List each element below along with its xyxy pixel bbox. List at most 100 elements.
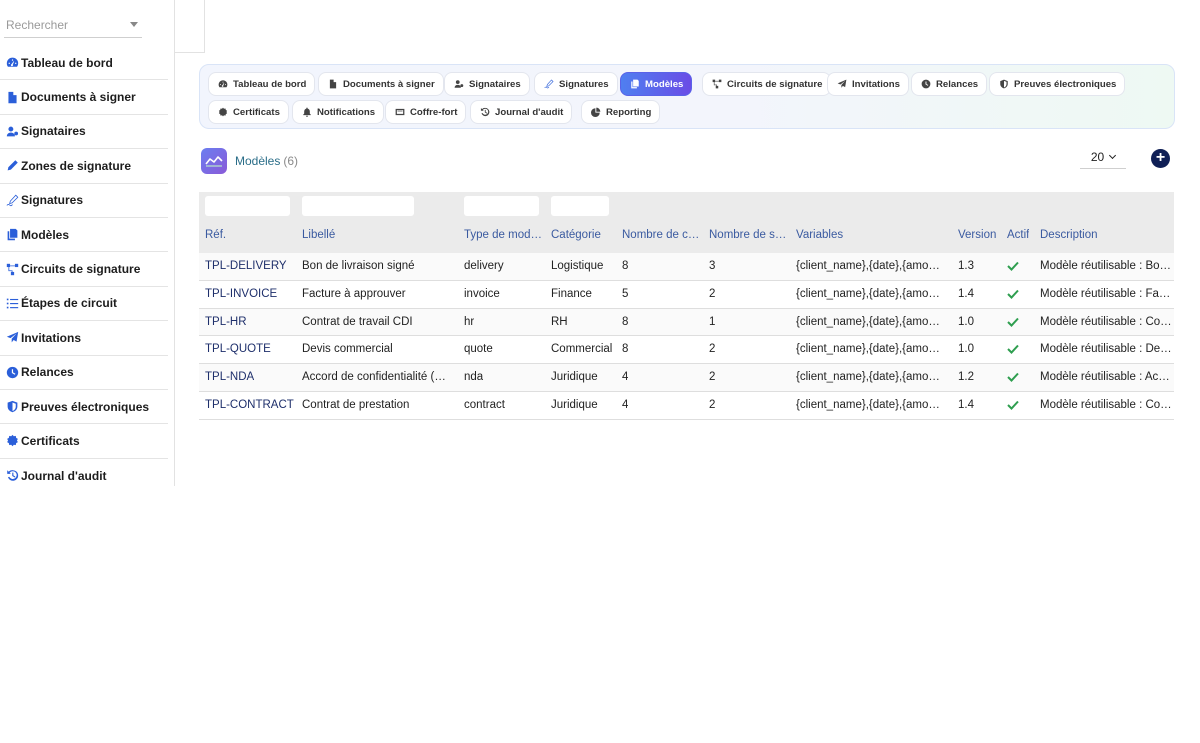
cell-category: Juridique	[551, 371, 598, 384]
sidebar-item-1[interactable]: Documents à signer	[0, 80, 168, 115]
column-header-4[interactable]: Nombre de champs	[622, 229, 700, 241]
sidebar-item-12[interactable]: Journal d'audit	[0, 459, 168, 493]
cell-type: delivery	[464, 260, 504, 272]
sidebar-item-3[interactable]: Zones de signature	[0, 149, 168, 184]
cell-fields: 4	[622, 399, 629, 411]
cell-ref[interactable]: TPL-NDA	[205, 371, 254, 383]
cell-description: Modèle réutilisable : Bon de livraison s…	[1040, 260, 1174, 272]
column-header-5[interactable]: Nombre de signataires	[709, 229, 787, 241]
tab-label: Preuves électroniques	[1014, 78, 1117, 90]
sidebar-item-label: Circuits de signature	[21, 262, 141, 277]
search-input[interactable]	[4, 14, 124, 36]
sidebar-item-7[interactable]: Étapes de circuit	[0, 287, 168, 322]
badge-icon	[218, 107, 228, 117]
tab-8[interactable]: Preuves électroniques	[989, 72, 1126, 96]
cell-category: Commercial	[551, 343, 613, 356]
cell-variables: {client_name},{date},{amount}	[796, 260, 946, 272]
cell-label: Devis commercial	[302, 343, 393, 356]
column-filter-2[interactable]	[464, 196, 539, 216]
cell-ref[interactable]: TPL-INVOICE	[205, 288, 277, 300]
cell-description: Modèle réutilisable : Contrat de prestat…	[1040, 399, 1174, 411]
cell-version: 1.2	[958, 371, 974, 384]
gauge-icon	[5, 56, 19, 70]
tab-0[interactable]: Tableau de bord	[208, 72, 316, 96]
column-header-9[interactable]: Description	[1040, 229, 1098, 241]
column-header-1[interactable]: Libellé	[302, 229, 335, 241]
sidebar-item-0[interactable]: Tableau de bord	[0, 46, 168, 81]
tab-12[interactable]: Journal d'audit	[470, 100, 573, 124]
diagram-icon	[712, 79, 722, 89]
caret-down-icon[interactable]	[130, 22, 138, 27]
check-icon	[1007, 317, 1019, 327]
sidebar-item-2[interactable]: Signataires	[0, 115, 168, 150]
tab-9[interactable]: Certificats	[208, 100, 289, 124]
gauge-icon	[218, 79, 228, 89]
cell-ref[interactable]: TPL-DELIVERY	[205, 260, 287, 272]
cell-variables: {client_name},{date},{amount}	[796, 287, 946, 300]
tab-1[interactable]: Documents à signer	[318, 72, 444, 96]
table-row[interactable]: TPL-CONTRACT Contrat de prestation contrac…	[199, 392, 1174, 420]
column-filter-3[interactable]	[551, 196, 609, 216]
cell-ref[interactable]: TPL-HR	[205, 316, 247, 328]
sidebar-item-5[interactable]: Modèles	[0, 218, 168, 253]
sidebar-item-11[interactable]: Certificats	[0, 424, 168, 459]
badge-icon	[5, 434, 19, 448]
table-row[interactable]: TPL-DELIVERY Bon de livraison signé delive…	[199, 253, 1174, 281]
table-row[interactable]: TPL-INVOICE Facture à approuver invoice Fin…	[199, 280, 1174, 309]
tab-label: Circuits de signature	[727, 78, 823, 90]
cell-label: Bon de livraison signé	[302, 260, 415, 272]
cell-description: Modèle réutilisable : Accord de confiden…	[1040, 371, 1174, 384]
tab-label: Modèles	[645, 78, 684, 90]
cell-type: contract	[464, 399, 505, 411]
module-tabs: Tableau de bord Documents à signer Signata…	[199, 64, 1175, 129]
tab-3[interactable]: Signatures	[534, 72, 618, 96]
tab-4[interactable]: Modèles	[620, 72, 693, 96]
cell-ref[interactable]: TPL-QUOTE	[205, 343, 271, 355]
table-row[interactable]: TPL-QUOTE Devis commercial quote Commercial…	[199, 336, 1174, 365]
record-count: (6)	[283, 154, 299, 168]
sidebar-item-label: Preuves électroniques	[21, 399, 150, 414]
sidebar-item-4[interactable]: Signatures	[0, 184, 168, 218]
column-filter-1[interactable]	[302, 196, 414, 216]
pie-icon	[591, 107, 601, 117]
cell-description: Modèle réutilisable : Contrat de travail…	[1040, 315, 1174, 328]
tab-label: Relances	[936, 78, 979, 90]
sidebar-item-6[interactable]: Circuits de signature	[0, 252, 168, 287]
column-header-6[interactable]: Variables	[796, 229, 843, 241]
sidebar-item-9[interactable]: Relances	[0, 356, 168, 390]
tab-11[interactable]: Coffre-fort	[385, 100, 467, 124]
sidebar-item-10[interactable]: Preuves électroniques	[0, 390, 168, 425]
cell-fields: 4	[622, 371, 629, 384]
table-row[interactable]: TPL-NDA Accord de confidentialité (NDA) nd…	[199, 364, 1174, 392]
page-title-text: Modèles	[235, 154, 281, 168]
cell-ref[interactable]: TPL-CONTRACT	[205, 399, 294, 411]
column-header-3[interactable]: Catégorie	[551, 229, 601, 241]
column-header-0[interactable]: Réf.	[205, 229, 226, 241]
column-header-8[interactable]: Actif	[1007, 229, 1029, 241]
tab-5[interactable]: Circuits de signature	[702, 72, 832, 96]
column-header-2[interactable]: Type de modèle	[464, 229, 544, 241]
table-row[interactable]: TPL-HR Contrat de travail CDI hr RH 8 1 {clien…	[199, 308, 1174, 337]
tab-13[interactable]: Reporting	[581, 100, 661, 124]
cell-fields: 8	[622, 315, 629, 328]
sidebar-item-8[interactable]: Invitations	[0, 321, 168, 356]
column-header-7[interactable]: Version	[958, 229, 996, 241]
add-record-button[interactable]: +	[1151, 149, 1170, 168]
cell-signers: 3	[709, 260, 716, 272]
shield-icon	[5, 400, 19, 414]
cell-fields: 5	[622, 287, 629, 300]
sidebar-item-label: Relances	[21, 365, 74, 380]
tab-10[interactable]: Notifications	[292, 100, 385, 124]
search-box[interactable]	[4, 14, 142, 38]
sidebar-item-label: Étapes de circuit	[21, 296, 118, 311]
cell-version: 1.0	[958, 343, 974, 356]
column-filter-0[interactable]	[205, 196, 290, 216]
sidebar-item-label: Zones de signature	[21, 158, 132, 173]
tab-6[interactable]: Invitations	[827, 72, 909, 96]
tab-7[interactable]: Relances	[911, 72, 988, 96]
cell-description: Modèle réutilisable : Devis commercial	[1040, 343, 1174, 356]
tab-label: Signatures	[559, 78, 609, 90]
tab-2[interactable]: Signataires	[444, 72, 530, 96]
cell-signers: 2	[709, 343, 716, 356]
page-size-select[interactable]: 20	[1080, 146, 1126, 169]
